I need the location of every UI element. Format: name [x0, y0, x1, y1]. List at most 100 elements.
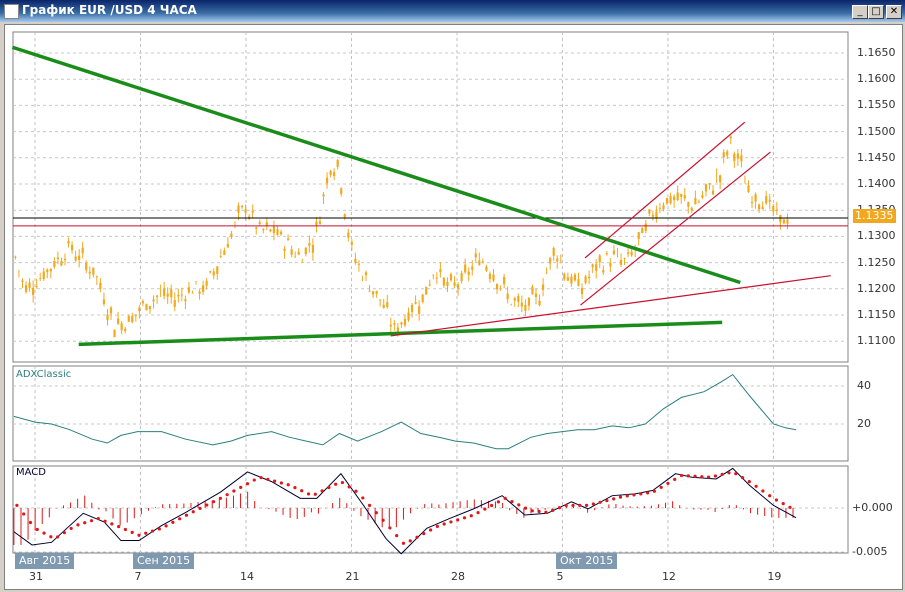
- macd-signal-dot: [422, 532, 426, 536]
- macd-signal-dot: [273, 479, 277, 483]
- price-axis-label: 1.1200: [857, 281, 896, 295]
- macd-signal-dot: [496, 500, 501, 504]
- macd-signal-dot: [130, 530, 134, 534]
- macd-signal-dot: [523, 506, 528, 510]
- macd-signal-dot: [239, 485, 243, 489]
- price-axis-label: 1.1650: [857, 46, 896, 59]
- macd-signal-dot: [96, 516, 100, 521]
- macd-signal-dot: [625, 494, 629, 498]
- month-tag: Сен 2015: [133, 553, 195, 569]
- macd-signal-dot: [205, 503, 209, 507]
- price-axis-label: 1.1150: [857, 308, 896, 321]
- macd-signal-dot: [279, 481, 283, 485]
- price-axis-label: 1.1400: [857, 177, 896, 190]
- macd-signal-dot: [22, 512, 26, 516]
- macd-signal-dot: [598, 500, 602, 504]
- chart-canvas[interactable]: [0, 0, 905, 592]
- macd-signal-dot: [35, 527, 39, 532]
- macd-signal-dot: [564, 503, 568, 507]
- price-axis-label: 1.1450: [857, 150, 896, 164]
- macd-signal-dot: [612, 497, 616, 501]
- adx-axis-label: 20: [857, 417, 871, 430]
- macd-signal-dot: [456, 518, 460, 522]
- date-axis-label: 12: [661, 570, 676, 583]
- macd-signal-dot: [340, 480, 345, 485]
- macd-signal-dot: [218, 496, 222, 500]
- macd-signal-dot: [89, 519, 94, 523]
- date-axis-label: 5: [556, 570, 564, 583]
- macd-signal-dot: [259, 475, 263, 480]
- macd-signal-dot: [469, 514, 473, 518]
- macd-signal-dot: [184, 513, 189, 517]
- macd-signal-dot: [245, 482, 250, 486]
- macd-signal-dot: [442, 522, 446, 526]
- macd-signal-dot: [354, 489, 358, 493]
- macd-signal-dot: [15, 503, 19, 507]
- date-axis-label: 31: [29, 570, 43, 583]
- macd-signal-dot: [428, 528, 433, 532]
- macd-signal-dot: [42, 531, 46, 535]
- price-axis-label: 1.1600: [857, 72, 896, 86]
- macd-signal-dot: [618, 495, 623, 499]
- macd-title: MACD: [16, 467, 46, 478]
- date-axis-label: 19: [767, 570, 782, 583]
- macd-signal-dot: [300, 489, 304, 493]
- date-axis-label: 14: [239, 570, 254, 583]
- macd-signal-dot: [666, 481, 670, 485]
- macd-signal-dot: [232, 489, 236, 493]
- macd-signal-dot: [178, 517, 182, 521]
- macd-signal-dot: [367, 503, 372, 507]
- macd-signal-dot: [584, 503, 589, 507]
- macd-signal-dot: [788, 505, 792, 509]
- macd-signal-dot: [462, 516, 467, 520]
- macd-signal-dot: [408, 539, 412, 543]
- macd-signal-dot: [700, 475, 704, 479]
- macd-signal-dot: [388, 526, 392, 530]
- macd-signal-dot: [374, 511, 378, 515]
- macd-signal-dot: [306, 492, 311, 496]
- date-axis-label: 28: [450, 570, 465, 583]
- macd-signal-dot: [266, 477, 270, 481]
- macd-signal-dot: [503, 496, 507, 500]
- macd-signal-dot: [578, 503, 582, 507]
- macd-signal-dot: [69, 526, 73, 531]
- panel-0: [12, 31, 849, 363]
- macd-signal-dot: [720, 472, 724, 476]
- price-axis-label: 1.1250: [857, 255, 896, 269]
- panel-1: [12, 365, 849, 462]
- macd-axis-label: -0.005: [852, 545, 888, 558]
- macd-signal-dot: [83, 521, 87, 525]
- date-axis-label: 21: [345, 570, 360, 583]
- macd-signal-dot: [150, 529, 155, 533]
- adx-title: ADXClassic: [16, 369, 72, 380]
- macd-signal-dot: [49, 535, 53, 539]
- macd-signal-dot: [544, 510, 548, 514]
- macd-signal-dot: [293, 485, 297, 490]
- macd-signal-dot: [449, 520, 453, 524]
- macd-signal-dot: [645, 491, 650, 495]
- macd-signal-dot: [117, 524, 121, 529]
- macd-signal-dot: [734, 472, 738, 476]
- macd-signal-dot: [679, 473, 684, 478]
- macd-signal-dot: [313, 492, 317, 496]
- month-tag: Авг 2015: [15, 553, 75, 569]
- macd-signal-dot: [327, 485, 331, 490]
- macd-signal-dot: [435, 524, 439, 529]
- macd-signal-dot: [774, 498, 779, 502]
- macd-signal-dot: [537, 509, 541, 514]
- panel-2: [12, 465, 849, 554]
- macd-signal-dot: [483, 507, 487, 511]
- macd-signal-dot: [395, 533, 399, 538]
- macd-signal-dot: [707, 475, 711, 479]
- macd-signal-dot: [286, 483, 290, 487]
- macd-signal-dot: [191, 510, 195, 514]
- macd-signal-dot: [517, 503, 521, 507]
- macd-signal-dot: [171, 520, 175, 524]
- macd-signal-dot: [56, 535, 60, 539]
- macd-signal-dot: [76, 523, 80, 527]
- macd-signal-dot: [28, 520, 33, 525]
- macd-signal-dot: [551, 508, 555, 512]
- month-tag: Окт 2015: [556, 553, 618, 569]
- macd-signal-dot: [320, 489, 324, 493]
- macd-signal-dot: [401, 541, 406, 545]
